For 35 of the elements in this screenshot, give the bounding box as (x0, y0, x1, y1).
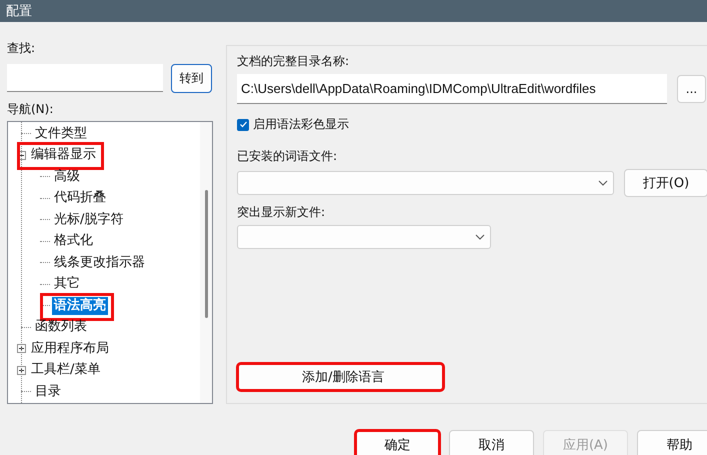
add-remove-language-button[interactable]: 添加/删除语言 (237, 363, 444, 391)
open-button[interactable]: 打开(O) (624, 169, 707, 197)
dialog-button[interactable]: 取消 (449, 430, 534, 455)
tree-item[interactable]: 语法高亮 (52, 296, 108, 315)
navigation-label: 导航(N): (7, 102, 54, 116)
tree-item[interactable]: 编辑器显示 (29, 146, 98, 164)
window-title: 配置 (6, 3, 32, 20)
tree-item[interactable]: 格式化 (52, 232, 95, 250)
tree-item[interactable]: 光标/脱字符 (52, 210, 126, 229)
expand-icon[interactable] (17, 366, 26, 375)
path-label: 文档的完整目录名称: (237, 54, 350, 68)
chevron-down-icon (598, 180, 608, 186)
highlight-new-label: 突出显示新文件: (237, 205, 326, 219)
tree-item[interactable]: 应用程序布局 (29, 340, 111, 358)
go-button[interactable]: 转到 (171, 64, 212, 93)
tree-item[interactable]: 代码折叠 (52, 189, 108, 208)
tree-item[interactable]: 线条更改指示器 (52, 254, 147, 272)
expand-icon[interactable] (17, 344, 26, 354)
tree-item[interactable]: 目录 (33, 382, 63, 401)
dialog-button[interactable]: 确定 (355, 430, 440, 455)
tree-item[interactable]: 其它 (52, 275, 82, 294)
scrollbar-thumb[interactable] (205, 190, 208, 318)
checkbox-label: 启用语法彩色显示 (253, 116, 349, 133)
tree-item[interactable]: 函数列表 (33, 318, 89, 336)
installed-files-label: 已安装的词语文件: (237, 149, 338, 163)
find-label: 查找: (7, 41, 36, 55)
tree-item[interactable]: 工具栏/菜单 (29, 361, 102, 380)
tree-item[interactable]: 高级 (52, 168, 82, 186)
chevron-down-icon (475, 234, 485, 240)
tree-item[interactable]: 文件类型 (33, 124, 89, 143)
browse-button[interactable]: ... (677, 75, 706, 103)
path-field[interactable]: C:\Users\dell\AppData\Roaming\IDMComp\UltraEdit\wordfiles (237, 74, 667, 104)
checkbox[interactable] (237, 118, 249, 130)
find-field[interactable] (7, 64, 163, 92)
dialog-button[interactable]: 帮助 (637, 430, 707, 455)
